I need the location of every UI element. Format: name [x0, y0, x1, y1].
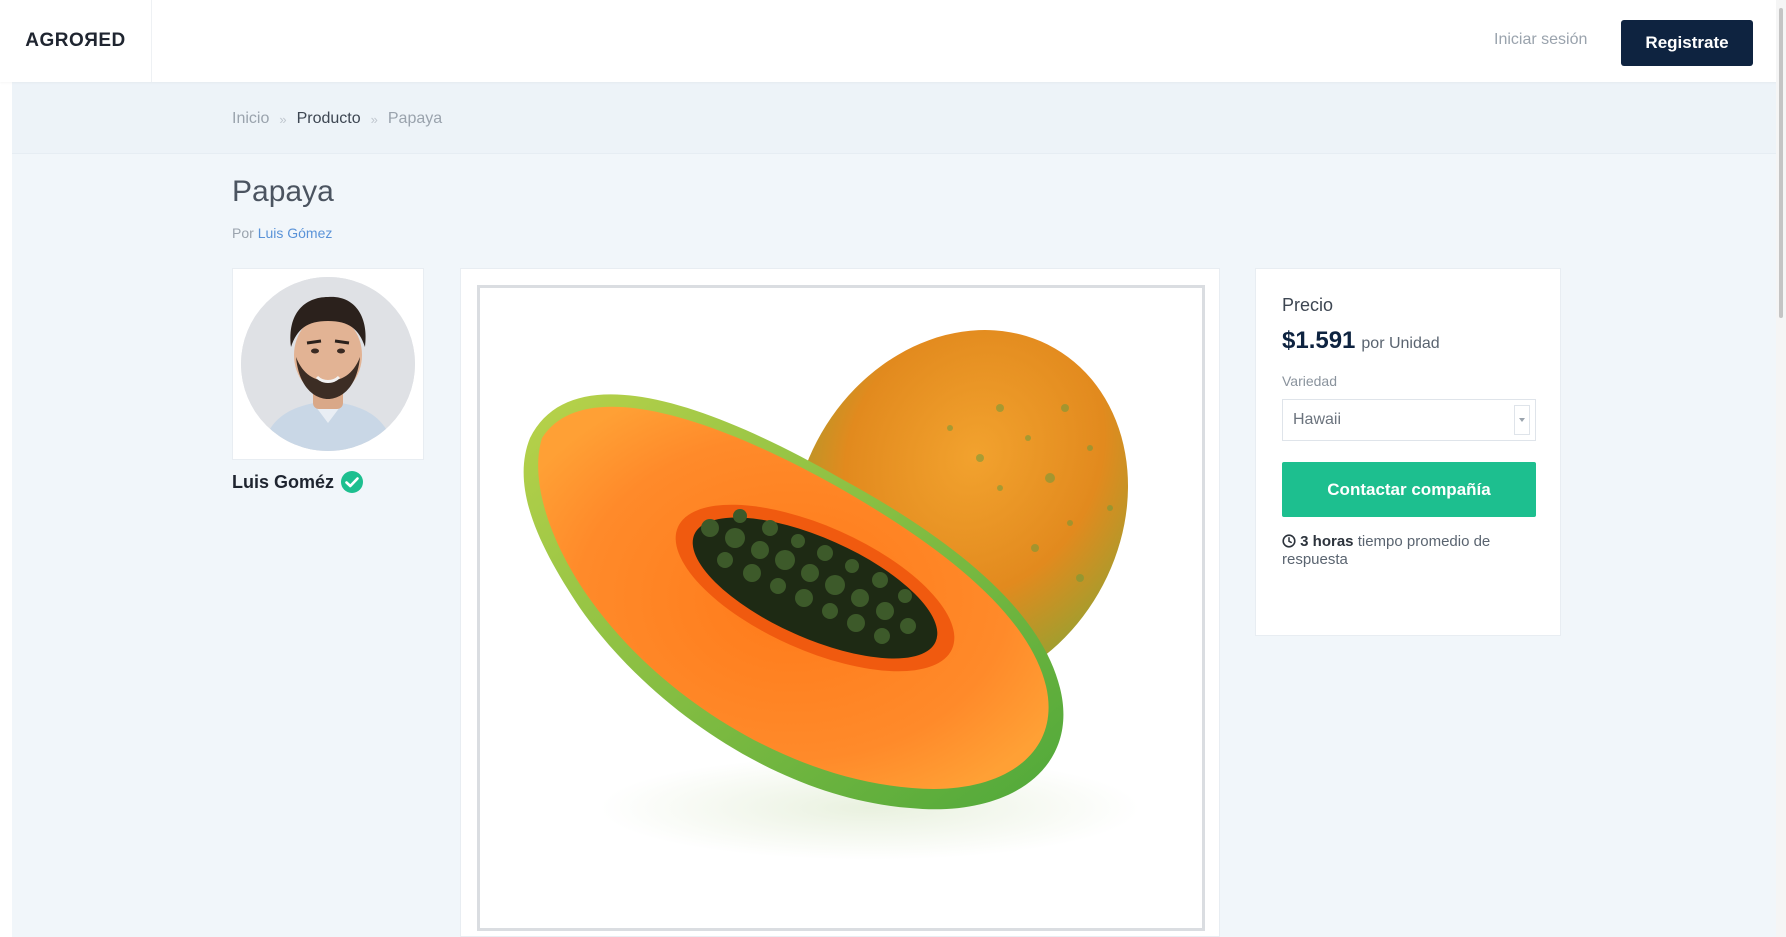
seller-link[interactable]: Luis Gómez	[258, 225, 333, 241]
byline-prefix: Por	[232, 225, 254, 241]
price-label: Precio	[1282, 295, 1334, 315]
breadcrumb: Inicio » Producto » Papaya	[232, 110, 442, 128]
scrollbar[interactable]	[1776, 0, 1786, 937]
price-row: $1.591 por Unidad	[1282, 327, 1440, 355]
login-link[interactable]: Iniciar sesión	[1494, 31, 1587, 49]
page: AGROЯED Iniciar sesión Registrate Inicio…	[0, 0, 1786, 937]
breadcrumb-separator: »	[279, 111, 287, 127]
product-image[interactable]	[477, 285, 1205, 931]
price-unit: por Unidad	[1361, 335, 1440, 352]
logo-text: AGROЯED	[25, 30, 126, 51]
check-circle-icon	[341, 471, 364, 493]
price-card: Precio $1.591 por Unidad Variedad Hawaii…	[1255, 268, 1561, 636]
page-title: Papaya	[232, 175, 334, 208]
register-button[interactable]: Registrate	[1621, 20, 1753, 66]
seller-name: Luis Goméz	[232, 470, 364, 494]
breadcrumb-product[interactable]: Producto	[297, 110, 361, 128]
seller-avatar-card[interactable]	[232, 268, 424, 460]
response-time-note: 3 horas tiempo promedio de respuesta	[1282, 533, 1536, 569]
variety-select[interactable]: Hawaii	[1282, 399, 1536, 441]
avatar	[241, 277, 415, 451]
variety-label: Variedad	[1282, 373, 1338, 389]
clock-icon	[1282, 534, 1296, 548]
contact-company-button[interactable]: Contactar compañía	[1282, 462, 1536, 517]
chevron-down-icon[interactable]	[1514, 405, 1530, 435]
breadcrumb-separator: »	[370, 111, 378, 127]
variety-selected-value: Hawaii	[1293, 411, 1342, 428]
price-value: $1.591	[1282, 327, 1356, 354]
breadcrumb-home[interactable]: Inicio	[232, 110, 269, 128]
response-time-value: 3 horas	[1300, 533, 1354, 550]
breadcrumb-current: Papaya	[387, 110, 443, 127]
seller-name-text: Luis Goméz	[232, 471, 335, 492]
product-image-card	[460, 268, 1220, 937]
scrollbar-thumb[interactable]	[1779, 8, 1783, 318]
byline: Por Luis Gómez	[232, 225, 332, 241]
logo[interactable]: AGROЯED	[0, 0, 152, 82]
top-header: AGROЯED Iniciar sesión Registrate	[0, 0, 1786, 82]
